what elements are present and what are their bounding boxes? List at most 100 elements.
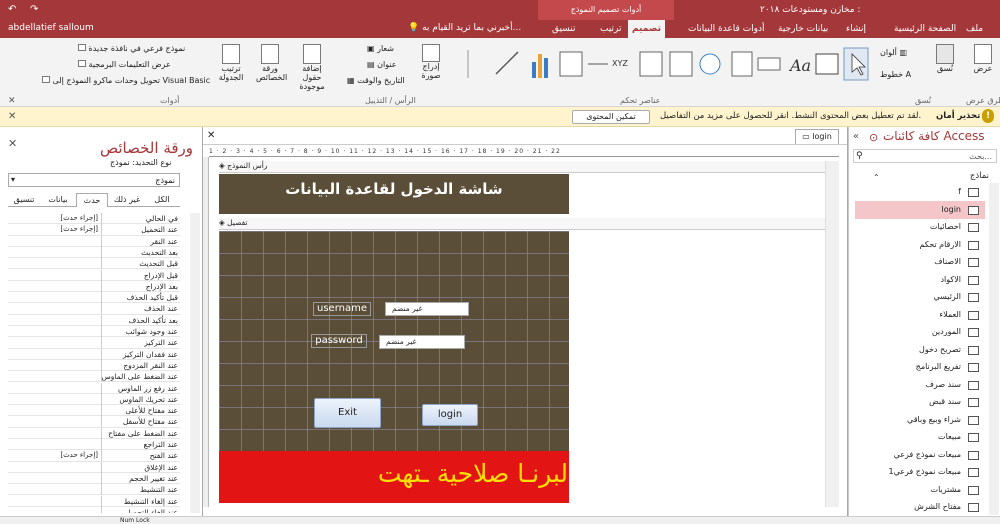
themes-button[interactable]: نُسق xyxy=(930,44,960,73)
login-button[interactable]: login xyxy=(422,404,478,426)
property-value[interactable] xyxy=(22,337,102,349)
enable-content-button[interactable]: تمكين المحتوى xyxy=(572,110,650,124)
property-value[interactable] xyxy=(22,326,102,337)
property-value[interactable] xyxy=(22,472,102,484)
nav-item[interactable]: مبيعات نموذج فرعي xyxy=(855,446,985,464)
username-label[interactable]: username xyxy=(313,302,371,316)
property-row[interactable]: [إجراء حدث] عند الفتح xyxy=(8,450,180,462)
exit-button[interactable]: Exit xyxy=(314,398,381,428)
insert-image-button[interactable]: إدراج صورة xyxy=(417,44,445,80)
nav-item[interactable]: الارقام تحكم xyxy=(855,236,985,254)
property-value[interactable] xyxy=(22,258,102,270)
nav-item[interactable]: مبيعات xyxy=(855,428,985,446)
property-value[interactable] xyxy=(22,461,102,473)
property-row[interactable]: عند الضغط على مفتاح xyxy=(8,427,180,439)
property-row[interactable]: عند فقدان التركيز xyxy=(8,348,180,360)
convert-macros-button[interactable]: تحويل وحدات ماكرو النموذج إلى Visual Bas… xyxy=(40,76,210,85)
close-doc-icon[interactable]: ✕ xyxy=(207,130,215,141)
property-value[interactable] xyxy=(22,506,102,513)
property-row[interactable]: قبل الإدراج xyxy=(8,269,180,281)
property-row[interactable]: عند مفتاح للأسفل xyxy=(8,416,180,428)
props-tab-event[interactable]: حدث xyxy=(76,193,108,207)
tab-home[interactable]: الصفحة الرئيسية xyxy=(890,20,960,38)
nav-scrollbar[interactable] xyxy=(989,183,999,515)
property-value[interactable] xyxy=(22,314,102,326)
property-value[interactable] xyxy=(22,292,102,304)
tab-database-tools[interactable]: أدوات قاعدة البيانات xyxy=(684,20,769,38)
nav-item[interactable]: f xyxy=(855,183,985,201)
property-row[interactable]: بعد تأكيد الحذف xyxy=(8,314,180,326)
tell-me-box[interactable]: 💡 أخبرني بما تريد القيام به... xyxy=(408,23,521,33)
collapse-ribbon-icon[interactable]: ✕ xyxy=(8,96,16,106)
nav-item[interactable]: مبيعات نموذج فرعي1 xyxy=(855,463,985,481)
username-field[interactable]: غير منضم xyxy=(385,302,469,316)
nav-item[interactable]: تصريح دخول xyxy=(855,341,985,359)
add-fields-button[interactable]: إضافة حقول موجودة xyxy=(292,44,332,91)
property-row[interactable]: قبل تأكيد الحذف xyxy=(8,292,180,304)
vertical-scrollbar[interactable] xyxy=(825,161,839,507)
password-field[interactable]: غير منضم xyxy=(379,335,465,349)
props-tab-format[interactable]: تنسيق xyxy=(8,195,40,204)
property-row[interactable]: عند تحريك الماوس xyxy=(8,393,180,406)
undo-icon[interactable]: ↶ xyxy=(8,4,16,15)
detail-area[interactable]: username غير منضم password غير منضم Exit… xyxy=(219,231,569,451)
nav-item[interactable]: سند قبض xyxy=(855,393,985,411)
object-select[interactable]: ▾ نموذج xyxy=(8,173,180,187)
property-value[interactable] xyxy=(22,405,102,417)
nav-item[interactable]: تفريغ البرنامج xyxy=(855,358,985,376)
property-row[interactable]: عند التركيز xyxy=(8,337,180,349)
redo-icon[interactable]: ↷ xyxy=(30,4,38,15)
password-label[interactable]: password xyxy=(311,334,367,348)
property-value[interactable]: [إجراء حدث] xyxy=(22,213,102,224)
form-header-area[interactable]: شاشة الدخول لقاعدة البيانات xyxy=(219,174,569,214)
fonts-button[interactable]: خطوط A xyxy=(880,70,911,79)
property-value[interactable] xyxy=(22,427,102,439)
property-value[interactable] xyxy=(22,393,102,405)
property-row[interactable]: عند التراجع xyxy=(8,439,180,451)
detail-bar[interactable]: ◈ تفصيل xyxy=(219,218,839,230)
close-props-icon[interactable]: ✕ xyxy=(8,137,17,150)
nav-search-input[interactable]: ⚲ بحث... xyxy=(853,149,997,163)
tab-format[interactable]: تنسيق xyxy=(548,20,579,38)
nav-title[interactable]: كافة كائنات Access xyxy=(883,129,985,143)
form-header-bar[interactable]: ◈ رأس النموذج xyxy=(219,161,839,173)
property-row[interactable]: عند الإغلاق xyxy=(8,461,180,473)
doc-tab-login[interactable]: ▭ login xyxy=(795,129,839,144)
property-row[interactable]: عند الحذف xyxy=(8,303,180,315)
property-value[interactable] xyxy=(22,359,102,371)
property-value[interactable] xyxy=(22,303,102,315)
property-row[interactable]: عند مفتاح للأعلى xyxy=(8,405,180,417)
props-tab-data[interactable]: بيانات xyxy=(42,195,74,204)
property-row[interactable]: عند التنشيط xyxy=(8,484,180,496)
props-scrollbar[interactable] xyxy=(190,213,200,513)
view-code-button[interactable]: عرض التعليمات البرمجية xyxy=(76,60,171,69)
property-value[interactable] xyxy=(22,246,102,258)
property-row[interactable]: بعد التحديث xyxy=(8,246,180,259)
nav-item[interactable]: الاصناف xyxy=(855,253,985,271)
nav-item[interactable]: الاكواد xyxy=(855,271,985,289)
property-row[interactable]: عند وجود شوائب xyxy=(8,326,180,338)
property-value[interactable] xyxy=(22,348,102,360)
tab-arrange[interactable]: ترتيب xyxy=(596,20,626,38)
nav-section-forms[interactable]: ⌃ نماذج xyxy=(853,167,997,183)
property-value[interactable] xyxy=(22,269,102,281)
nav-item[interactable]: سند صرف xyxy=(855,376,985,394)
property-row[interactable]: عند النقر المزدوج xyxy=(8,359,180,372)
nav-item[interactable]: مشتريات xyxy=(855,481,985,499)
nav-item[interactable]: الموردين xyxy=(855,323,985,341)
property-row[interactable]: [إجراء حدث] عند التحميل xyxy=(8,224,180,236)
property-value[interactable] xyxy=(22,371,102,383)
view-button[interactable]: عرض xyxy=(968,44,998,73)
property-value[interactable] xyxy=(22,416,102,428)
props-tab-other[interactable]: غير ذلك xyxy=(110,195,144,204)
tab-design[interactable]: تصميم xyxy=(628,20,666,38)
property-row[interactable]: عند الضغط على الماوس xyxy=(8,371,180,383)
property-row[interactable]: عند رفع زر الماوس xyxy=(8,382,180,394)
nav-item[interactable]: شراء وبيع وباقي xyxy=(855,411,985,429)
tab-order-button[interactable]: ترتيب الجدولة xyxy=(218,44,244,82)
colors-button[interactable]: ألوان ▥ xyxy=(880,48,907,57)
property-row[interactable]: قبل التحديث xyxy=(8,258,180,270)
close-warning-icon[interactable]: ✕ xyxy=(8,111,16,122)
property-value[interactable] xyxy=(22,484,102,496)
property-value[interactable] xyxy=(22,382,102,394)
